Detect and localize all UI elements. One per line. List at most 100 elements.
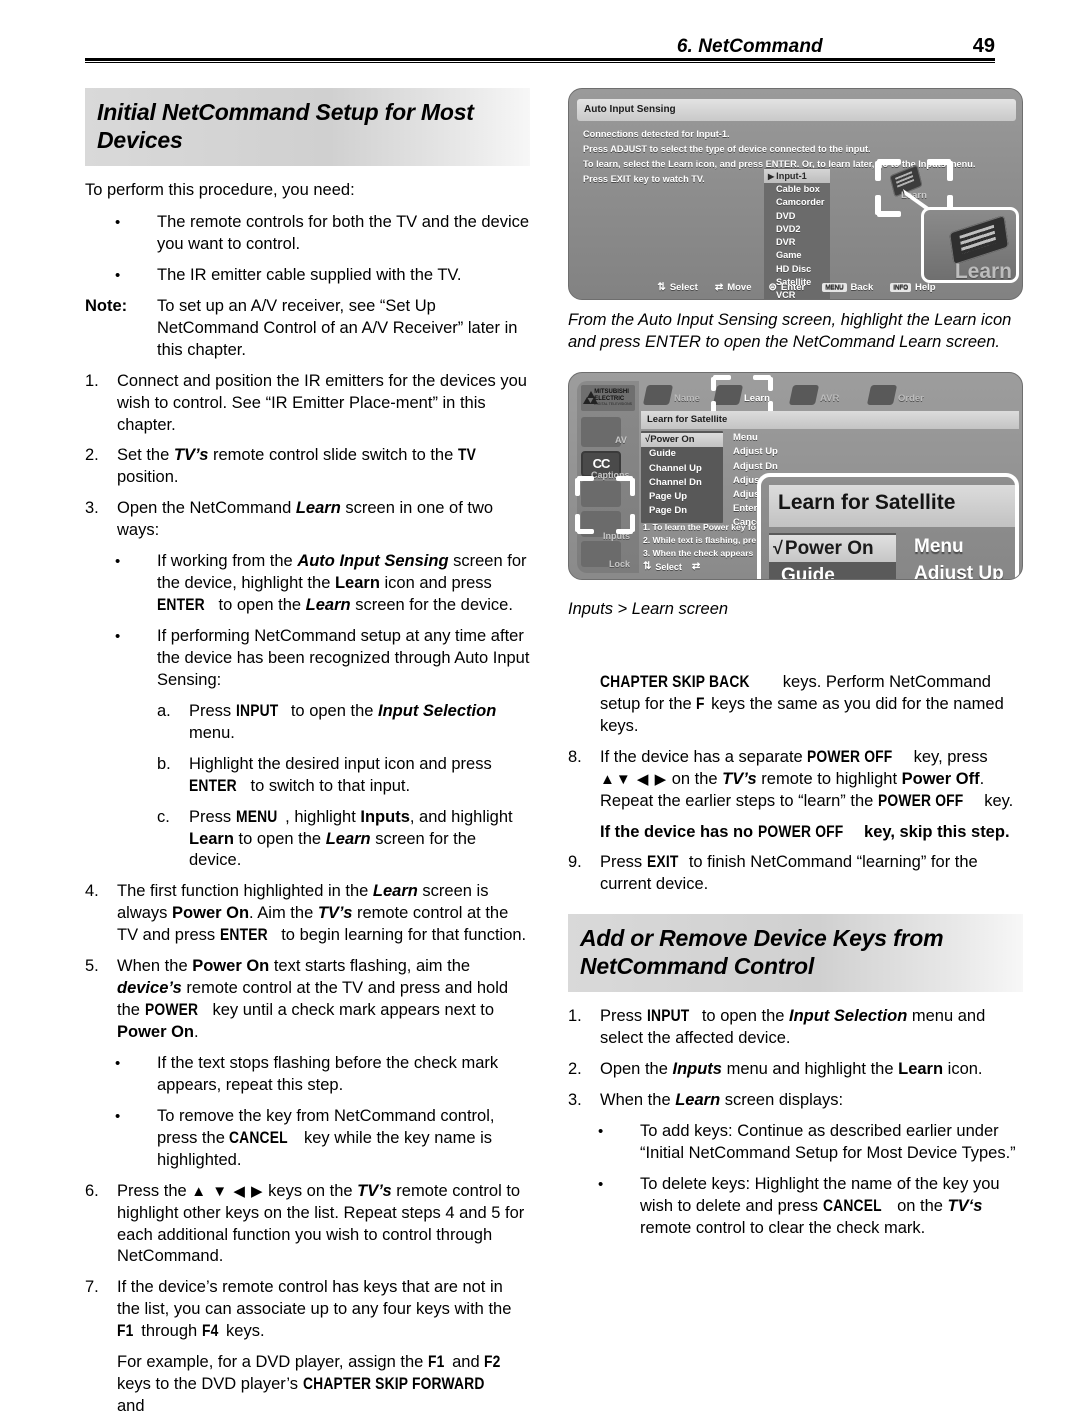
list-item: • To delete keys: Highlight the name of … (598, 1174, 1023, 1240)
avr-tab-icon (788, 384, 820, 405)
key-item[interactable]: Page Dn (641, 503, 723, 517)
figure-auto-input-sensing: Auto Input Sensing Connections detected … (568, 88, 1023, 300)
left-column: Initial NetCommand Setup for Most Device… (85, 88, 530, 1427)
bottom-bar-item[interactable]: INFO Help (890, 282, 936, 293)
lead-paragraph: To perform this procedure, you need: (85, 181, 355, 200)
enter-icon: ⊜ (768, 281, 777, 293)
info-key-icon: INFO (890, 283, 911, 292)
list-item[interactable]: HD Disc (764, 262, 830, 275)
continued-paragraph: CHAPTER SKIP BACK keys. Perform NetComma… (600, 672, 1004, 735)
list-item: 6. Press the ▲ ▼ ◀ ▶ keys on the TV’s re… (85, 1181, 530, 1269)
list-item-selected[interactable]: ▶ Input-1 (764, 169, 830, 183)
bottom-bar-label: Enter (780, 282, 806, 293)
learn-tab-icon (712, 384, 744, 405)
bullet-marker: • (598, 1123, 604, 1141)
menu-key-icon: MENU (822, 283, 847, 292)
list-item[interactable]: DVD2 (764, 222, 830, 235)
key-item[interactable]: Menu (725, 431, 801, 445)
osd-title-bar: Auto Input Sensing (577, 99, 1016, 121)
step-number: 2. (568, 1060, 582, 1079)
bottom-bar-label: Select (669, 282, 698, 293)
list-item-text: To add keys: Continue as described earli… (640, 1122, 1016, 1163)
list-item[interactable]: Game (764, 249, 830, 262)
key-item-selected[interactable]: √Power On (641, 432, 723, 447)
callout-key: Guide (781, 565, 835, 580)
list-item: 8. If the device has a separate POWER OF… (568, 747, 1023, 813)
input-type-list[interactable]: ▶ Input-1 Cable box Camcorder DVD DVD2 DV… (764, 168, 830, 299)
list-item: 1. Press INPUT to open the Input Selecti… (568, 1006, 1023, 1050)
callout-title: Learn for Satellite (778, 490, 956, 514)
note-label: Note: (85, 296, 128, 315)
sidebar-item-av[interactable]: AV (615, 435, 627, 445)
mitsubishi-logo: MITSUBISHI ELECTRIC DIGITAL TELEVISIONS (581, 384, 635, 411)
key-item[interactable]: Page Up (641, 489, 723, 503)
key-item[interactable]: Channel Dn (641, 475, 723, 489)
step-number: 2. (85, 446, 99, 465)
list-item-text: To remove the key from NetCommand contro… (157, 1106, 495, 1169)
key-list-left: √Power On Guide Channel Up Channel Dn Pa… (641, 430, 723, 523)
tab-order[interactable]: Order (866, 384, 924, 405)
key-item[interactable]: Adjust Up (725, 445, 801, 459)
chapter-title: 6. NetCommand (676, 36, 823, 57)
bullet-marker: • (115, 266, 121, 284)
step-number: 3. (568, 1091, 582, 1110)
list-item[interactable]: DVD (764, 209, 830, 222)
key-item[interactable]: Channel Up (641, 461, 723, 475)
list-item[interactable]: Camcorder (764, 196, 830, 209)
sub-step-letter: a. (157, 701, 171, 720)
bottom-bar-item[interactable]: ⇄ Move (715, 282, 752, 293)
sub-step-letter: c. (157, 807, 170, 826)
step-text: Press EXIT to finish NetCommand “learnin… (600, 853, 978, 894)
bullet-marker: • (115, 214, 121, 232)
sidebar-item-inputs[interactable]: Inputs (603, 531, 630, 541)
bottom-bar-item[interactable]: ⇅ Select (657, 282, 697, 293)
list-item: • If the text stops flashing before the … (115, 1053, 530, 1097)
list-item: 1. Connect and position the IR emitters … (85, 371, 530, 437)
list-item: • If working from the Auto Input Sensing… (115, 551, 530, 617)
section-title: Add or Remove Device Keys from NetComman… (580, 925, 944, 980)
step-continuation-text: For example, for a DVD player, assign th… (117, 1353, 501, 1416)
step-text: If the device’s remote control has keys … (117, 1278, 512, 1341)
learn-screen-magnified-callout: Learn for Satellite √Power On Guide Chan… (757, 472, 1019, 580)
arrow-keys-icon: ▲ ▼ ◀ ▶ (191, 1182, 264, 1200)
select-icon: ⇅ (657, 281, 666, 293)
brand-name: MITSUBISHI ELECTRIC (594, 389, 629, 402)
warning-text: If the device has no POWER OFF key, skip… (600, 822, 1010, 841)
bottom-bar-item[interactable]: MENU Back (822, 282, 873, 293)
step-number: 8. (568, 747, 582, 766)
bottom-bar-label: Help (914, 282, 936, 293)
inputs-icon[interactable] (581, 480, 621, 507)
bottom-bar-item[interactable]: ⊜ Enter (769, 282, 806, 293)
bottom-bar-item[interactable]: ⇅ Select (643, 561, 682, 572)
tab-learn[interactable]: Learn (712, 384, 770, 405)
step-number: 6. (85, 1181, 99, 1200)
sub-step-text: Press INPUT to open the Input Selection … (189, 701, 497, 742)
tab-name[interactable]: Name (642, 384, 700, 405)
list-item: 3. Open the NetCommand Learn screen in o… (85, 498, 530, 542)
sidebar-item-captions[interactable]: Captions (591, 470, 630, 480)
key-item[interactable]: Guide (641, 447, 723, 461)
sidebar-item-lock[interactable]: Lock (609, 559, 630, 569)
list-item: 3. When the Learn screen displays: (568, 1090, 1023, 1112)
list-item[interactable]: DVR (764, 236, 830, 249)
list-item-text: The IR emitter cable supplied with the T… (157, 265, 462, 284)
key-item[interactable]: Adjust Dn (725, 459, 801, 473)
step-text: Press the ▲ ▼ ◀ ▶ keys on the TV’s remot… (117, 1181, 525, 1266)
bullet-marker: • (115, 1107, 121, 1125)
manual-page: 6. NetCommand 49 Initial NetCommand Setu… (0, 0, 1080, 1415)
bullet-marker: • (115, 553, 121, 571)
step-text: The first function highlighted in the Le… (117, 882, 527, 945)
list-item: • If performing NetCommand setup at any … (115, 626, 530, 692)
list-item: 4. The first function highlighted in the… (85, 881, 530, 947)
step-number: 9. (568, 853, 582, 872)
callout-label: Learn (954, 260, 1012, 283)
list-item[interactable]: Cable box (764, 183, 830, 196)
tab-avr[interactable]: AVR (788, 384, 839, 405)
list-item-text: If the text stops flashing before the ch… (157, 1053, 499, 1094)
sub-step-text: Highlight the desired input icon and pre… (189, 754, 492, 795)
step-number: 1. (568, 1007, 582, 1026)
step-number: 3. (85, 499, 99, 518)
caret-icon: ▶ (768, 171, 775, 181)
section-title: Initial NetCommand Setup for Most Device… (97, 99, 474, 154)
step-text: If the device has a separate POWER OFF k… (600, 747, 1014, 810)
